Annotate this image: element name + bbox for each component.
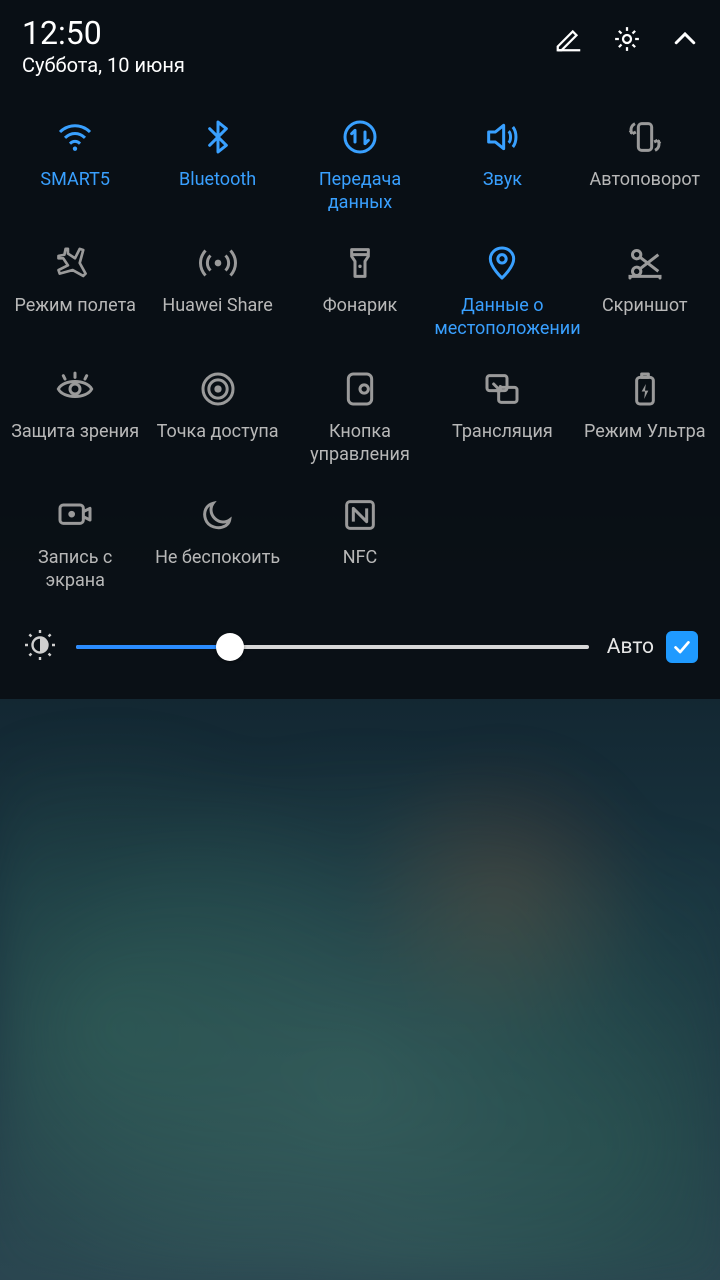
tile-screenshot[interactable]: Скриншот: [574, 241, 716, 349]
tile-label: Режим полета: [12, 295, 137, 318]
edit-icon[interactable]: [554, 24, 584, 58]
hotspot-icon: [198, 367, 238, 411]
tile-dnd[interactable]: Не беспокоить: [146, 493, 288, 601]
tile-screen-record[interactable]: Запись с экрана: [4, 493, 146, 601]
tile-airplane[interactable]: Режим полета: [4, 241, 146, 349]
clock-date: Суббота, 10 июня: [22, 53, 185, 77]
tile-bluetooth[interactable]: Bluetooth: [146, 115, 288, 223]
nfc-icon: [340, 493, 380, 537]
data-transfer-icon: [340, 115, 380, 159]
brightness-slider[interactable]: [76, 627, 589, 667]
clock-block[interactable]: 12:50 Суббота, 10 июня: [22, 16, 185, 77]
auto-brightness-group[interactable]: Авто: [607, 631, 698, 663]
tile-flashlight[interactable]: Фонарик: [289, 241, 431, 349]
battery-bolt-icon: [625, 367, 665, 411]
tile-hotspot[interactable]: Точка доступа: [146, 367, 288, 475]
tile-eye-comfort[interactable]: Защита зрения: [4, 367, 146, 475]
tile-label: Трансляция: [450, 421, 555, 444]
scissors-icon: [625, 241, 665, 285]
eye-icon: [55, 367, 95, 411]
share-radar-icon: [198, 241, 238, 285]
tile-label: Автоповорот: [588, 169, 703, 192]
wifi-icon: [55, 115, 95, 159]
screen-record-icon: [55, 493, 95, 537]
tile-ultra-power[interactable]: Режим Ультра: [574, 367, 716, 475]
speaker-icon: [482, 115, 522, 159]
tile-label: Режим Ультра: [582, 421, 708, 444]
brightness-row: Авто: [0, 601, 720, 671]
tile-label: Скриншот: [600, 295, 690, 318]
collapse-icon[interactable]: [670, 24, 700, 58]
tile-label: SMART5: [38, 169, 112, 192]
flashlight-icon: [340, 241, 380, 285]
location-pin-icon: [482, 241, 522, 285]
tile-label: Запись с экрана: [5, 547, 145, 592]
auto-brightness-checkbox[interactable]: [666, 631, 698, 663]
tile-huawei-share[interactable]: Huawei Share: [146, 241, 288, 349]
bluetooth-icon: [198, 115, 238, 159]
tile-label: Защита зрения: [9, 421, 141, 444]
slider-thumb[interactable]: [216, 633, 244, 661]
moon-icon: [198, 493, 238, 537]
tile-auto-rotate[interactable]: Автоповорот: [574, 115, 716, 223]
panel-header: 12:50 Суббота, 10 июня: [0, 12, 720, 85]
slider-track-fill: [76, 645, 230, 649]
rotate-icon: [625, 115, 665, 159]
tile-label: Данные о местоположении: [432, 295, 572, 340]
tile-nfc[interactable]: NFC: [289, 493, 431, 601]
toggle-grid: SMART5 Bluetooth Передача данных: [0, 85, 720, 601]
tile-mobile-data[interactable]: Передача данных: [289, 115, 431, 223]
header-actions: [554, 24, 700, 58]
tile-wifi[interactable]: SMART5: [4, 115, 146, 223]
airplane-icon: [55, 241, 95, 285]
tile-label: Bluetooth: [177, 169, 258, 192]
tile-location[interactable]: Данные о местоположении: [431, 241, 573, 349]
tile-label: Huawei Share: [160, 295, 274, 318]
tile-float-dock[interactable]: Кнопка управления: [289, 367, 431, 475]
brightness-icon: [22, 627, 58, 667]
cast-icon: [482, 367, 522, 411]
gear-icon[interactable]: [612, 24, 642, 58]
tile-label: NFC: [341, 547, 380, 570]
tile-label: Не беспокоить: [153, 547, 282, 570]
clock-time: 12:50: [22, 16, 185, 51]
tile-cast[interactable]: Трансляция: [431, 367, 573, 475]
quick-settings-panel: 12:50 Суббота, 10 июня: [0, 0, 720, 699]
tile-sound[interactable]: Звук: [431, 115, 573, 223]
auto-brightness-label: Авто: [607, 635, 654, 659]
tile-label: Фонарик: [321, 295, 400, 318]
tile-label: Передача данных: [290, 169, 430, 214]
tile-label: Звук: [481, 169, 524, 192]
tile-label: Точка доступа: [155, 421, 281, 444]
float-button-icon: [340, 367, 380, 411]
tile-label: Кнопка управления: [290, 421, 430, 466]
